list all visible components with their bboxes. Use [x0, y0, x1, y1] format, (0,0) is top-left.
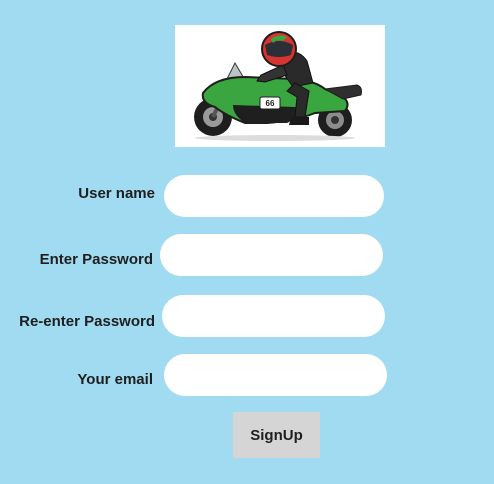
confirm-password-input[interactable] — [162, 295, 385, 337]
motorcycle-logo-image: 66 — [175, 25, 385, 147]
confirm-password-label: Re-enter Password — [19, 313, 155, 330]
password-input[interactable] — [160, 234, 383, 276]
email-label: Your email — [77, 371, 153, 388]
username-label: User name — [78, 185, 155, 202]
username-input[interactable] — [164, 175, 384, 217]
signup-page: 66 User name Enter Password Re-enter Pas… — [0, 0, 494, 484]
password-label: Enter Password — [39, 251, 153, 268]
motorcycle-rider-icon: 66 — [194, 31, 362, 141]
email-input[interactable] — [164, 354, 387, 396]
bike-number-text: 66 — [266, 99, 275, 108]
signup-button[interactable]: SignUp — [233, 412, 320, 458]
